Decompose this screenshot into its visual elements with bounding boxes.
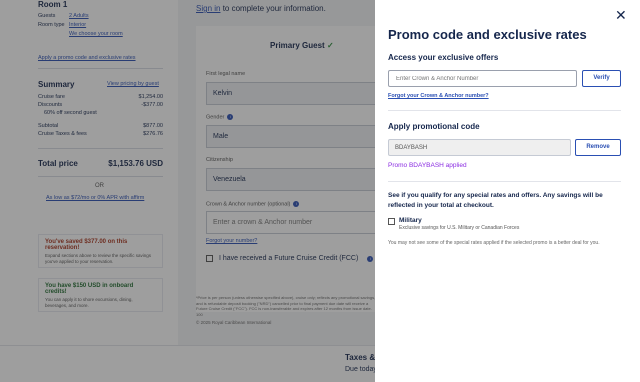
promo-applied-status: Promo BDAYBASH applied [388,162,467,169]
verify-button[interactable]: Verify [582,70,621,87]
promo-code-heading: Apply promotional code [388,122,480,131]
modal-backdrop[interactable] [0,0,375,382]
military-checkbox[interactable] [388,218,395,225]
divider [388,110,621,111]
crown-anchor-number-input[interactable] [388,70,577,87]
forgot-crown-anchor-link[interactable]: Forgot your Crown & Anchor number? [388,93,489,99]
drawer-title: Promo code and exclusive rates [388,27,587,42]
close-icon[interactable]: ✕ [615,7,627,24]
promo-code-input[interactable]: BDAYBASH [388,139,571,156]
promo-note: You may not see some of the special rate… [388,240,600,246]
divider [388,181,621,182]
qualify-text: See if you qualify for any special rates… [388,192,603,210]
military-description: Exclusive savings for U.S. Military or C… [399,225,520,231]
remove-promo-button[interactable]: Remove [575,139,621,156]
military-label: Military [399,217,422,224]
access-offers-heading: Access your exclusive offers [388,53,499,62]
